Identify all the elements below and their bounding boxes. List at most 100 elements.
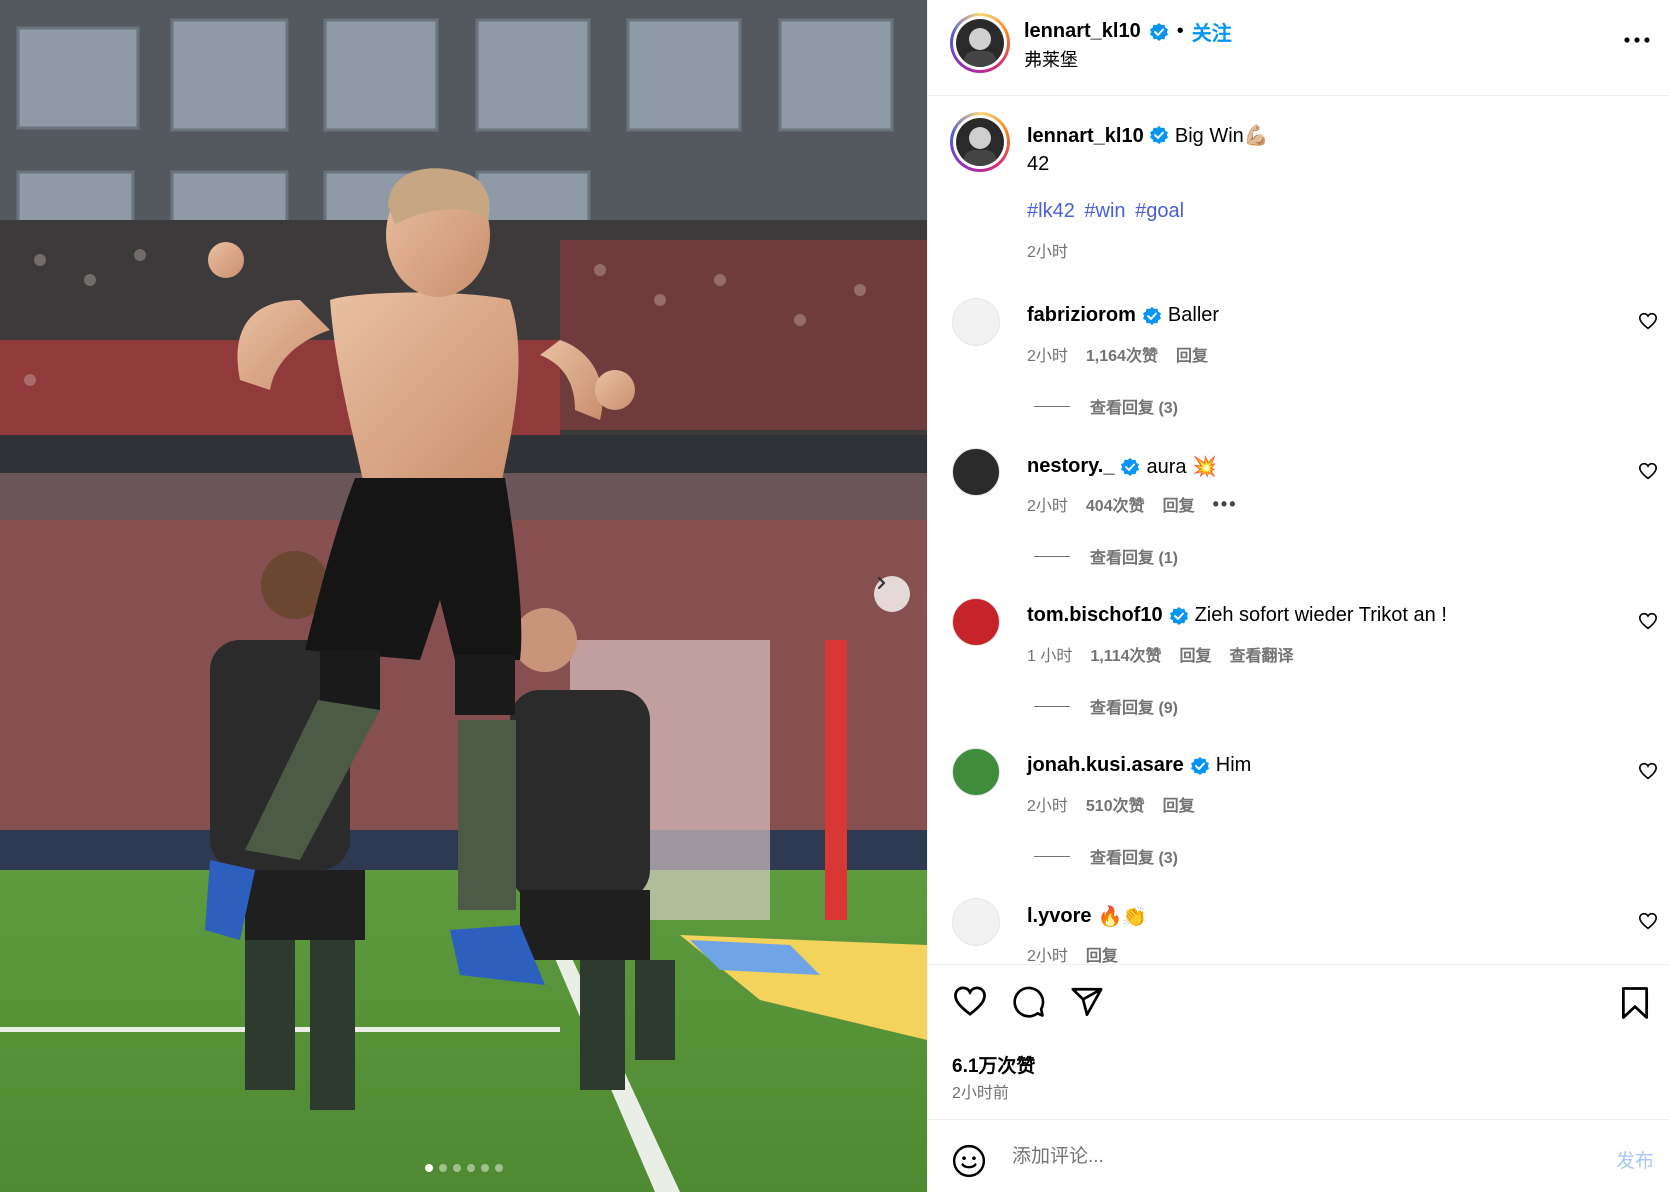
- carousel-dot: [452, 1164, 461, 1172]
- view-replies-label: 查看回复 (3): [1090, 850, 1179, 867]
- comment-likes[interactable]: 510次赞: [1086, 792, 1145, 816]
- carousel-dot: [494, 1164, 503, 1172]
- heart-icon: [1638, 312, 1658, 330]
- commenter-username[interactable]: tom.bischof10: [1027, 604, 1163, 627]
- comment-text: Him: [1215, 754, 1252, 776]
- header-separator: •: [1176, 20, 1184, 42]
- carousel-indicator: [0, 1164, 927, 1172]
- comment-likes[interactable]: 1,164次赞: [1086, 342, 1158, 366]
- save-button[interactable]: [1620, 987, 1650, 1024]
- more-horizontal-icon: [1624, 37, 1650, 43]
- comment-time[interactable]: 2小时: [1027, 492, 1068, 516]
- post-actions: 6.1万次赞 2小时前: [928, 964, 1669, 1119]
- comment-icon: [1013, 986, 1045, 1018]
- view-replies-button[interactable]: 查看回复 (3): [1034, 844, 1178, 868]
- caption-hashtags: #lk42 #win #goal: [1027, 200, 1188, 223]
- caption-time[interactable]: 2小时: [1027, 238, 1068, 262]
- comment-time[interactable]: 1 小时: [1027, 642, 1072, 666]
- hashtag-link[interactable]: #goal: [1135, 200, 1184, 222]
- comment-time[interactable]: 2小时: [1027, 792, 1068, 816]
- comment-like-button[interactable]: [1638, 462, 1658, 485]
- reply-button[interactable]: 回复: [1180, 642, 1212, 666]
- heart-icon: [954, 986, 986, 1016]
- celebration-photo: [0, 0, 927, 1192]
- emoji-button[interactable]: [952, 1144, 986, 1183]
- commenter-avatar[interactable]: [952, 298, 1000, 346]
- carousel-next-button[interactable]: [874, 576, 910, 612]
- comment-like-button[interactable]: [1638, 612, 1658, 635]
- chevron-right-icon: [877, 576, 886, 590]
- translate-button[interactable]: 查看翻译: [1230, 642, 1294, 666]
- comment-text: aura 💥: [1146, 456, 1217, 478]
- heart-icon: [1638, 762, 1658, 780]
- caption-body: Big Win💪🏼: [1174, 125, 1269, 147]
- reply-button[interactable]: 回复: [1086, 942, 1118, 964]
- post-sidebar: lennart_kl10 • 关注 弗莱堡 lennart_kl10 Big W…: [927, 0, 1669, 1192]
- commenter-username[interactable]: jonah.kusi.asare: [1027, 754, 1184, 777]
- verified-badge-icon: [1121, 457, 1140, 476]
- carousel-dot: [466, 1164, 475, 1172]
- comment-item: jonah.kusi.asare Him 2小时 510次赞 回复 查看回复 (…: [928, 748, 1669, 898]
- share-icon: [1071, 987, 1103, 1017]
- more-options-button[interactable]: [1624, 30, 1650, 48]
- commenter-username[interactable]: fabriziorom: [1027, 304, 1136, 327]
- verified-badge-icon: [1169, 606, 1188, 625]
- view-replies-label: 查看回复 (3): [1090, 400, 1179, 417]
- carousel-dot: [438, 1164, 447, 1172]
- reply-button[interactable]: 回复: [1176, 342, 1208, 366]
- post-location[interactable]: 弗莱堡: [1024, 46, 1078, 72]
- post-header: lennart_kl10 • 关注 弗莱堡: [928, 0, 1669, 96]
- commenter-avatar[interactable]: [952, 598, 1000, 646]
- heart-icon: [1638, 462, 1658, 480]
- reply-button[interactable]: 回复: [1163, 492, 1195, 516]
- hashtag-link[interactable]: #win: [1084, 200, 1125, 222]
- like-count[interactable]: 6.1万次赞: [952, 1051, 1035, 1078]
- caption-number: 42: [1027, 153, 1050, 175]
- post-timestamp[interactable]: 2小时前: [952, 1079, 1009, 1103]
- comment-like-button[interactable]: [1638, 912, 1658, 935]
- commenter-username[interactable]: l.yvore: [1027, 905, 1091, 928]
- caption-author-avatar[interactable]: [950, 112, 1010, 172]
- carousel-dot: [424, 1164, 433, 1172]
- verified-badge-icon: [1150, 126, 1169, 144]
- comment-text: Zieh sofort wieder Trikot an !: [1194, 604, 1447, 626]
- hashtag-link[interactable]: #lk42: [1027, 200, 1075, 222]
- comment-likes[interactable]: 404次赞: [1086, 492, 1145, 516]
- carousel-dot: [480, 1164, 489, 1172]
- view-replies-button[interactable]: 查看回复 (1): [1034, 544, 1178, 568]
- comment-item: fabriziorom Baller 2小时 1,164次赞 回复 查看回复 (…: [928, 298, 1669, 448]
- heart-icon: [1638, 612, 1658, 630]
- post-photo: [0, 0, 927, 1192]
- heart-icon: [1638, 912, 1658, 930]
- comment-like-button[interactable]: [1638, 312, 1658, 335]
- verified-badge-icon: [1190, 756, 1209, 775]
- view-replies-label: 查看回复 (9): [1090, 700, 1179, 717]
- comment-more-button[interactable]: •••: [1213, 494, 1238, 515]
- comment-time[interactable]: 2小时: [1027, 942, 1068, 964]
- view-replies-label: 查看回复 (1): [1090, 550, 1179, 567]
- like-button[interactable]: [952, 985, 988, 1024]
- comment-input[interactable]: [1012, 1142, 1532, 1172]
- view-replies-button[interactable]: 查看回复 (3): [1034, 394, 1178, 418]
- caption-text: lennart_kl10 Big Win💪🏼 42: [1027, 122, 1269, 178]
- follow-button[interactable]: 关注: [1192, 17, 1232, 46]
- share-button[interactable]: [1070, 985, 1104, 1024]
- comment-button[interactable]: [1012, 985, 1046, 1024]
- comment-item: l.yvore 🔥👏 2小时 回复: [928, 898, 1669, 964]
- author-username[interactable]: lennart_kl10: [1024, 20, 1141, 43]
- comment-time[interactable]: 2小时: [1027, 342, 1068, 366]
- view-replies-button[interactable]: 查看回复 (9): [1034, 694, 1178, 718]
- verified-badge-icon: [1149, 22, 1168, 41]
- reply-button[interactable]: 回复: [1163, 792, 1195, 816]
- caption-username[interactable]: lennart_kl10: [1027, 125, 1144, 147]
- verified-badge-icon: [1142, 306, 1161, 325]
- commenter-avatar[interactable]: [952, 448, 1000, 496]
- comment-like-button[interactable]: [1638, 762, 1658, 785]
- commenter-avatar[interactable]: [952, 898, 1000, 946]
- publish-button[interactable]: 发布: [1616, 1146, 1654, 1173]
- commenter-avatar[interactable]: [952, 748, 1000, 796]
- instagram-post-view: lennart_kl10 • 关注 弗莱堡 lennart_kl10 Big W…: [0, 0, 1669, 1192]
- author-avatar[interactable]: [950, 13, 1010, 73]
- comment-likes[interactable]: 1,114次赞: [1090, 642, 1161, 666]
- commenter-username[interactable]: nestory._: [1027, 455, 1114, 478]
